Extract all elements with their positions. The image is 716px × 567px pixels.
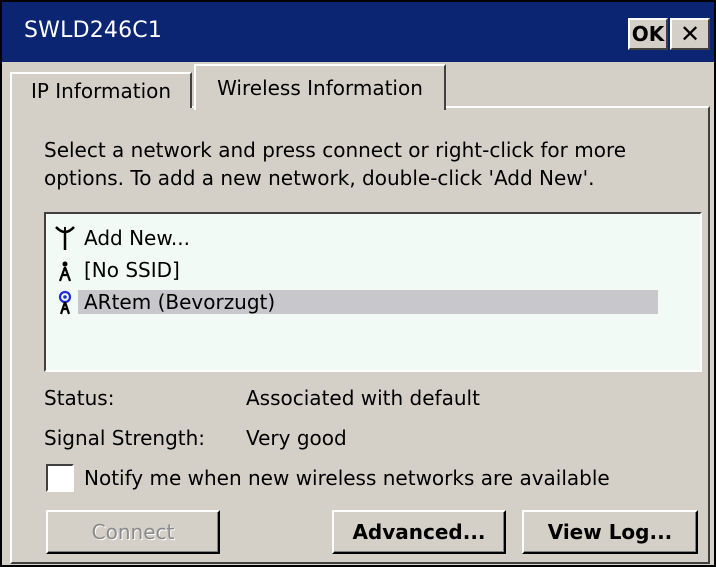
dialog-window: SWLD246C1 OK ✕ IP Information Wireless I… — [0, 0, 716, 567]
signal-strength-value: Very good — [246, 426, 347, 450]
list-item-artem[interactable]: ARtem (Bevorzugt) — [52, 286, 658, 318]
status-value: Associated with default — [246, 386, 480, 410]
notify-checkbox[interactable] — [46, 464, 74, 492]
close-button[interactable]: ✕ — [670, 18, 710, 50]
advanced-button-label: Advanced... — [352, 520, 486, 544]
network-label: Add New... — [84, 226, 190, 250]
connected-network-icon — [52, 287, 78, 317]
status-label: Status: — [44, 386, 115, 410]
network-label: ARtem (Bevorzugt) — [78, 290, 658, 314]
connect-button[interactable]: Connect — [46, 510, 220, 554]
network-label: [No SSID] — [84, 258, 180, 282]
adhoc-network-icon — [52, 255, 78, 285]
list-item-add-new[interactable]: Add New... — [52, 222, 200, 254]
list-item-no-ssid[interactable]: [No SSID] — [52, 254, 190, 286]
ok-button[interactable]: OK — [628, 18, 668, 50]
connect-button-label: Connect — [91, 520, 175, 544]
title-bar: SWLD246C1 OK ✕ — [2, 2, 714, 62]
advanced-button[interactable]: Advanced... — [332, 510, 506, 554]
network-list[interactable]: Add New... [No SSID] ARtem (Bevorzugt) — [44, 212, 702, 372]
window-title: SWLD246C1 — [24, 18, 163, 43]
instructions-text: Select a network and press connect or ri… — [44, 138, 627, 190]
view-log-button[interactable]: View Log... — [522, 510, 698, 554]
signal-strength-label: Signal Strength: — [44, 426, 206, 450]
view-log-button-label: View Log... — [547, 520, 673, 544]
tab-wireless-information[interactable]: Wireless Information — [194, 64, 446, 110]
antenna-icon — [52, 223, 78, 253]
notify-checkbox-label[interactable]: Notify me when new wireless networks are… — [84, 466, 610, 490]
tab-ip-information[interactable]: IP Information — [10, 72, 192, 108]
